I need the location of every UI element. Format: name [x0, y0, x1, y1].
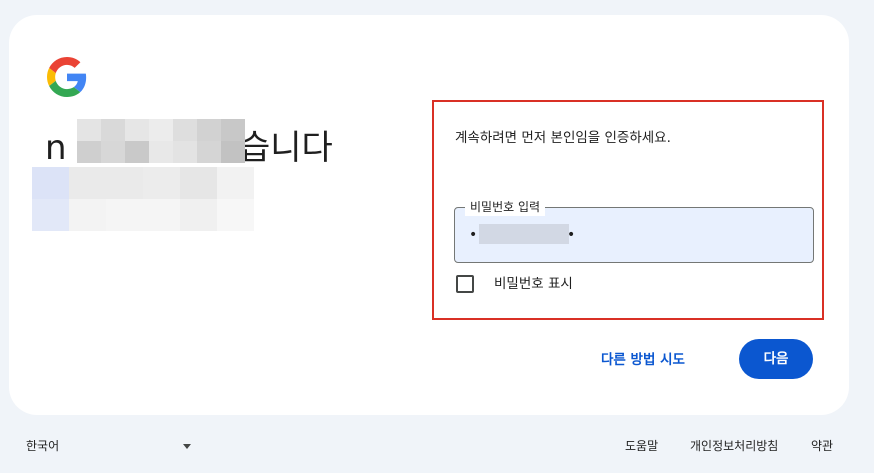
next-button[interactable]: 다음 — [739, 339, 813, 379]
try-another-way-button[interactable]: 다른 방법 시도 — [601, 348, 685, 372]
verify-prompt: 계속하려면 먼저 본인임을 인증하세요. — [455, 130, 671, 146]
redacted-name-mosaic — [77, 119, 245, 163]
privacy-link[interactable]: 개인정보처리방침 — [690, 436, 778, 456]
password-field-label: 비밀번호 입력 — [465, 198, 546, 216]
password-dot: • — [469, 227, 478, 243]
heading-visible-end: 습니다 — [239, 128, 333, 168]
language-selector[interactable]: 한국어 — [26, 436, 59, 456]
terms-link[interactable]: 약관 — [811, 436, 833, 456]
show-password-label[interactable]: 비밀번호 표시 — [494, 274, 573, 294]
password-dot: • — [567, 227, 576, 243]
page: n 습니다 계속하려면 먼저 본인임을 인증하세요. 비밀번호 입력 • • 비밀… — [0, 0, 874, 473]
signin-card: n 습니다 계속하려면 먼저 본인임을 인증하세요. 비밀번호 입력 • • 비밀… — [9, 15, 849, 415]
show-password-checkbox[interactable] — [456, 275, 474, 293]
heading-visible-start: n — [45, 128, 67, 168]
verification-highlight-box: 계속하려면 먼저 본인임을 인증하세요. 비밀번호 입력 • • 비밀번호 표시 — [432, 100, 824, 320]
redacted-email-mosaic — [32, 167, 254, 231]
google-logo-icon — [47, 57, 87, 97]
caret-down-icon[interactable] — [183, 444, 191, 449]
password-redacted — [479, 224, 569, 244]
password-input[interactable]: 비밀번호 입력 • • — [454, 198, 814, 263]
help-link[interactable]: 도움말 — [625, 436, 658, 456]
